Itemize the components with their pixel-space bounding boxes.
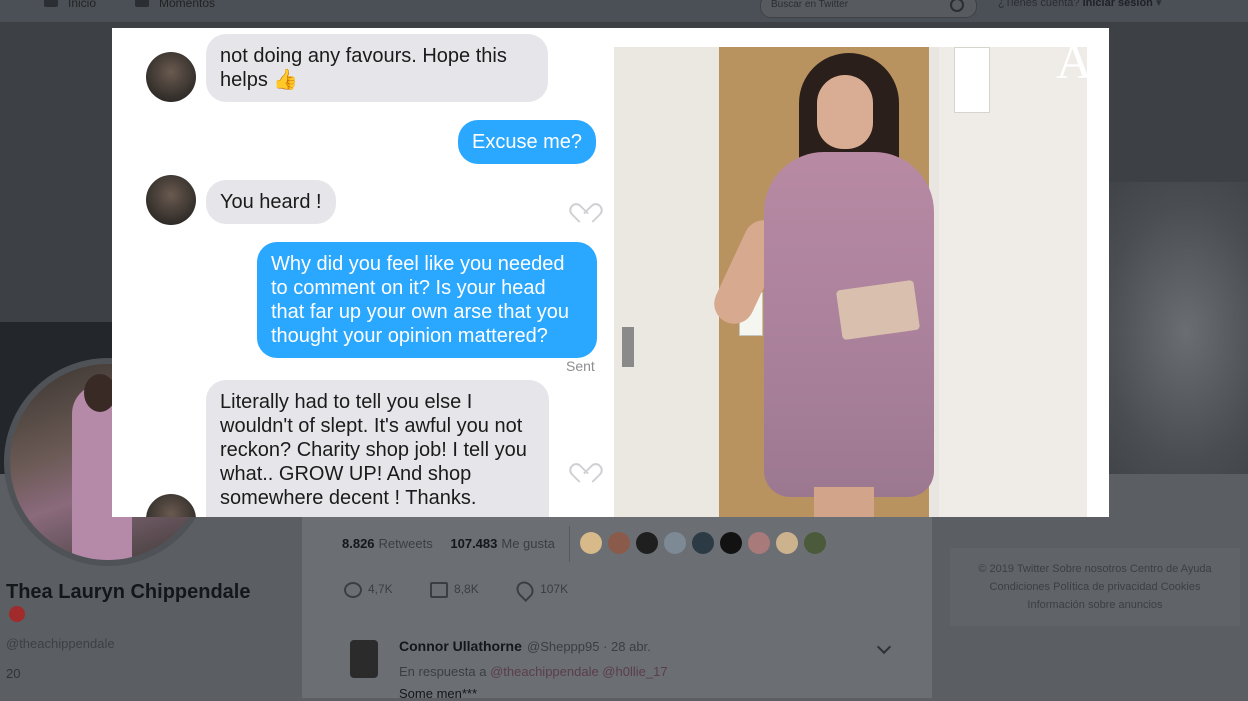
liker-avatar[interactable]	[776, 532, 798, 554]
heart-icon	[513, 577, 538, 603]
liker-avatar[interactable]	[636, 532, 658, 554]
chat-screenshot: not doing any favours. Hope this helps 👍…	[112, 28, 610, 517]
chat-bubble-received: You heard !	[206, 180, 336, 224]
retweet-count: 8,8K	[454, 582, 479, 597]
tweet-stats: 8.826 Retweets 107.483 Me gusta	[342, 536, 555, 551]
reply-context-prefix: En respuesta a	[399, 664, 487, 679]
footer-line-2[interactable]: Condiciones Política de privacidad Cooki…	[950, 578, 1240, 596]
search-placeholder: Buscar en Twitter	[771, 0, 849, 10]
profile-joined: 20	[6, 666, 21, 681]
door-frame	[614, 47, 719, 517]
footer-line-1[interactable]: © 2019 Twitter Sobre nosotros Centro de …	[950, 548, 1240, 578]
nav-moments[interactable]: Momentos	[135, 0, 215, 10]
reply-icon	[344, 582, 362, 598]
person-legs	[814, 487, 874, 517]
tweet-media-card[interactable]: not doing any favours. Hope this helps 👍…	[112, 28, 1109, 517]
reply-mentions[interactable]: @theachippendale @h0llie_17	[490, 664, 667, 679]
retweet-button[interactable]: 8,8K	[430, 582, 479, 598]
heart-icon	[575, 455, 593, 473]
dress-photo	[614, 47, 1087, 517]
reply-tweet[interactable]: Connor Ullathorne @Sheppp95 · 28 abr. En…	[302, 628, 932, 701]
footer-line-3[interactable]: Información sobre anuncios	[950, 596, 1240, 614]
chat-bubble-received: not doing any favours. Hope this helps 👍	[206, 34, 548, 102]
lightning-icon	[135, 0, 149, 7]
nav-home-label: Inicio	[68, 0, 97, 10]
tweet-actions: 4,7K 8,8K 107K	[344, 577, 602, 603]
login-link[interactable]: Iniciar sesión	[1083, 0, 1153, 9]
tweet-panel: 8.826 Retweets 107.483 Me gusta 4,7K 8,8K …	[302, 516, 932, 701]
likes-count[interactable]: 107.483	[450, 536, 497, 551]
profile-handle[interactable]: @theachippendale	[6, 636, 115, 651]
stats-divider	[569, 526, 570, 562]
chat-avatar	[146, 52, 196, 102]
search-input[interactable]: Buscar en Twitter	[760, 0, 977, 18]
retweet-icon	[430, 582, 449, 598]
wall-switch	[954, 47, 990, 113]
liker-avatar[interactable]	[664, 532, 686, 554]
liker-avatar[interactable]	[692, 532, 714, 554]
chat-avatar	[146, 494, 196, 517]
rose-icon	[9, 606, 25, 622]
liker-avatar[interactable]	[608, 532, 630, 554]
likers-avatars	[580, 532, 832, 554]
login-prompt-text: ¿Tienes cuenta?	[998, 0, 1080, 9]
wall	[939, 47, 1087, 517]
reply-meta: @Sheppp95 · 28 abr.	[527, 639, 651, 654]
chat-bubble-received: Literally had to tell you else I wouldn'…	[206, 380, 549, 517]
search-icon[interactable]	[950, 0, 964, 12]
chat-bubble-sent: Excuse me?	[458, 120, 597, 164]
like-button[interactable]: 107K	[513, 577, 569, 603]
nav-moments-label: Momentos	[159, 0, 216, 10]
door-hinge	[622, 327, 634, 367]
chevron-down-icon[interactable]	[876, 639, 892, 655]
person-face	[817, 75, 873, 149]
sent-status: Sent	[566, 358, 595, 374]
reply-count: 4,7K	[368, 582, 393, 597]
abc-watermark: ABC	[1056, 33, 1109, 89]
liker-avatar[interactable]	[580, 532, 602, 554]
home-icon	[44, 0, 58, 7]
liker-avatar[interactable]	[804, 532, 826, 554]
liker-avatar[interactable]	[748, 532, 770, 554]
retweets-count[interactable]: 8.826	[342, 536, 375, 551]
liker-avatar[interactable]	[720, 532, 742, 554]
footer-links: © 2019 Twitter Sobre nosotros Centro de …	[950, 548, 1240, 626]
login-prompt: ¿Tienes cuenta? Iniciar sesión ▾	[998, 0, 1161, 9]
likes-label: Me gusta	[501, 536, 555, 551]
nav-home[interactable]: Inicio	[44, 0, 96, 10]
retweets-label: Retweets	[378, 536, 433, 551]
reply-avatar[interactable]	[350, 640, 378, 678]
reply-text: Some men***	[399, 686, 478, 701]
chat-bubble-sent: Why did you feel like you needed to comm…	[257, 242, 597, 358]
top-nav: Inicio Momentos Buscar en Twitter ¿Tiene…	[0, 0, 1248, 23]
reply-author[interactable]: Connor Ullathorne	[399, 638, 522, 654]
chat-avatar	[146, 175, 196, 225]
banner-texture	[1090, 182, 1248, 474]
heart-icon	[575, 195, 593, 213]
reply-context: En respuesta a @theachippendale @h0llie_…	[399, 664, 668, 679]
like-count: 107K	[540, 582, 569, 597]
reply-button[interactable]: 4,7K	[344, 582, 393, 598]
profile-name[interactable]: Thea Lauryn Chippendale	[6, 581, 250, 604]
